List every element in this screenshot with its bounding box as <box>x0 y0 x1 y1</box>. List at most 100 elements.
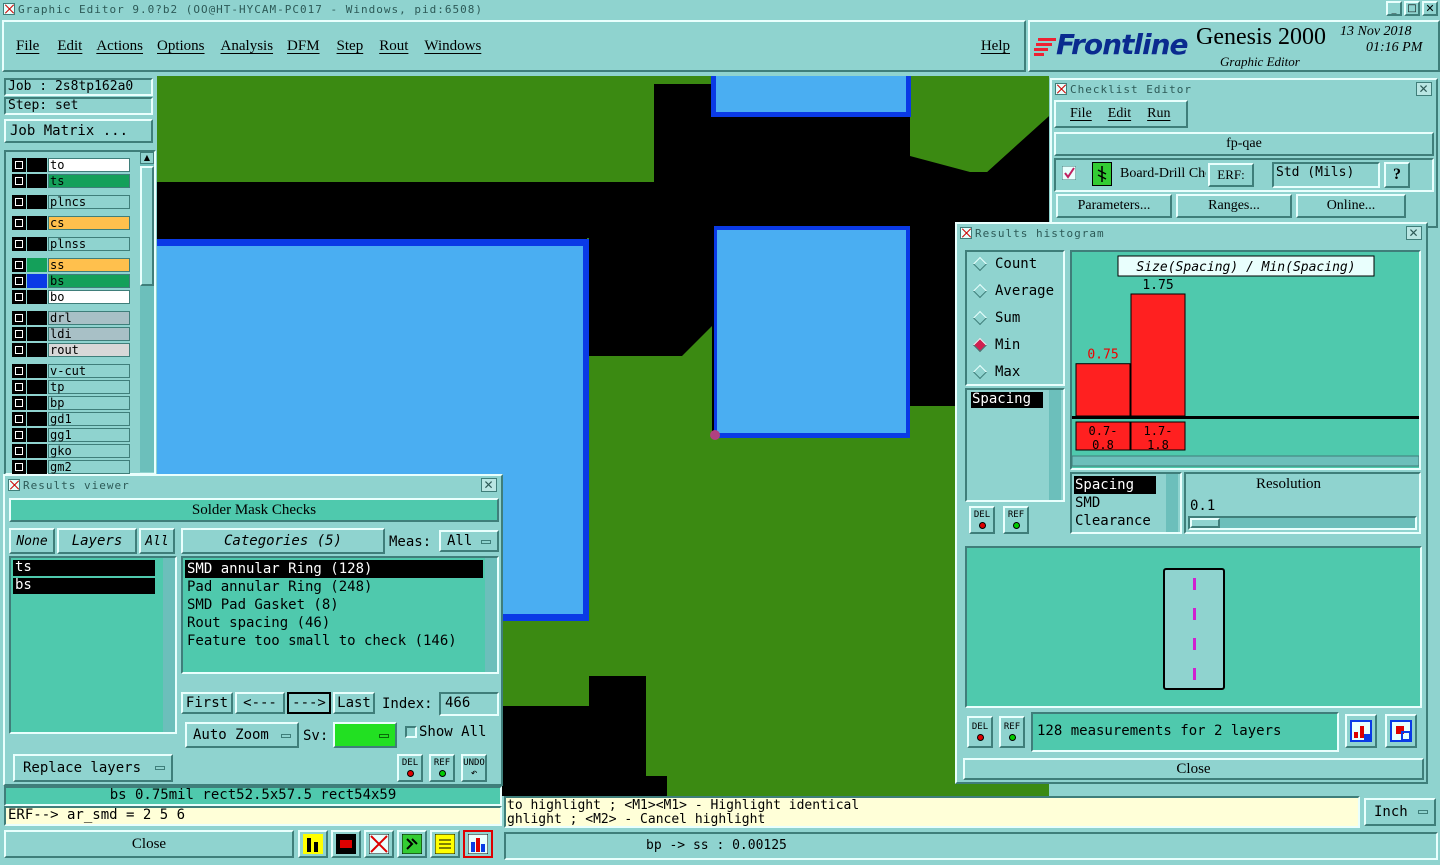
close-icon[interactable]: ✕ <box>1422 1 1438 16</box>
resolution-slider[interactable] <box>1188 516 1417 530</box>
layer-checkbox[interactable] <box>12 194 26 209</box>
layer-checkbox[interactable] <box>12 273 26 288</box>
type-item[interactable]: SMD <box>1074 494 1156 512</box>
layer-row-to[interactable]: to <box>12 157 130 172</box>
layer-checkbox[interactable] <box>12 363 26 378</box>
menu-file[interactable]: File <box>16 38 39 55</box>
histogram-bar[interactable] <box>1130 293 1186 417</box>
layer-row-bo[interactable]: bo <box>12 289 130 304</box>
replace-layers-dropdown[interactable]: Replace layers <box>13 754 173 782</box>
checklist-menu-edit[interactable]: Edit <box>1108 106 1131 122</box>
parameters-button[interactable]: Parameters... <box>1056 194 1172 218</box>
layer-checkbox[interactable] <box>12 310 26 325</box>
layer-color-swatch[interactable] <box>27 427 47 442</box>
layer-row-ldi[interactable]: ldi <box>12 326 130 341</box>
menu-rout[interactable]: Rout <box>379 38 408 55</box>
type-item[interactable]: Clearance <box>1074 512 1156 530</box>
radio-indicator[interactable] <box>972 337 988 353</box>
layer-name[interactable]: plnss <box>48 236 130 251</box>
menu-edit[interactable]: Edit <box>57 38 82 55</box>
layer-list-scrollbar[interactable]: ▲ <box>140 152 154 472</box>
radio-indicator[interactable] <box>972 310 988 326</box>
ref-button[interactable]: REF <box>999 716 1025 748</box>
layer-name[interactable]: ss <box>48 257 130 272</box>
scroll-thumb[interactable] <box>140 166 154 286</box>
layer-color-swatch[interactable] <box>27 342 47 357</box>
menu-help[interactable]: Help <box>981 38 1010 55</box>
layer-checkbox[interactable] <box>12 427 26 442</box>
menu-actions[interactable]: Actions <box>96 38 143 55</box>
layer-checkbox[interactable] <box>12 173 26 188</box>
layer-row-ss[interactable]: ss <box>12 257 130 272</box>
ranges-button[interactable]: Ranges... <box>1176 194 1292 218</box>
help-icon[interactable]: ? <box>1384 162 1410 188</box>
ref-button[interactable]: REF <box>1003 506 1029 534</box>
layer-checkbox[interactable] <box>12 443 26 458</box>
layer-color-swatch[interactable] <box>27 215 47 230</box>
del-button[interactable]: DEL <box>969 506 995 534</box>
prev-button[interactable]: <--- <box>235 692 285 714</box>
layer-checkbox[interactable] <box>12 326 26 341</box>
report-tool-icon[interactable] <box>331 830 361 858</box>
layer-name[interactable]: rout <box>48 342 130 357</box>
layer-color-swatch[interactable] <box>27 236 47 251</box>
layer-name[interactable]: gd1 <box>48 411 130 426</box>
category-item[interactable]: SMD Pad Gasket (8) <box>185 596 483 614</box>
histogram-close-button[interactable]: Close <box>963 758 1424 780</box>
layer-list-scrollbar[interactable] <box>163 558 175 732</box>
layer-color-swatch[interactable] <box>27 157 47 172</box>
show-all-checkbox[interactable] <box>405 726 417 738</box>
layer-name[interactable]: bo <box>48 289 130 304</box>
meas-dropdown[interactable]: All <box>439 530 499 552</box>
layer-checkbox[interactable] <box>12 379 26 394</box>
layer-checkbox[interactable] <box>12 236 26 251</box>
type-item[interactable]: Spacing <box>1074 476 1156 494</box>
layer-color-swatch[interactable] <box>27 395 47 410</box>
layer-color-swatch[interactable] <box>27 379 47 394</box>
online-button[interactable]: Online... <box>1296 194 1406 218</box>
layer-row-drl[interactable]: drl <box>12 310 130 325</box>
layer-row-gg1[interactable]: gg1 <box>12 427 130 442</box>
all-button[interactable]: All <box>139 528 175 554</box>
layer-row-gko[interactable]: gko <box>12 443 130 458</box>
layer-name[interactable]: to <box>48 157 130 172</box>
mode-count-radio[interactable]: Count <box>972 256 1037 272</box>
layer-color-swatch[interactable] <box>27 289 47 304</box>
scroll-up-arrow-icon[interactable]: ▲ <box>140 152 154 164</box>
layer-color-swatch[interactable] <box>27 173 47 188</box>
notes-tool-icon[interactable] <box>430 830 460 858</box>
layer-color-swatch[interactable] <box>27 310 47 325</box>
zoom-chart-icon[interactable] <box>1345 714 1377 748</box>
checklist-menu-file[interactable]: File <box>1070 106 1092 122</box>
layer-checkbox[interactable] <box>12 157 26 172</box>
histogram-bar[interactable] <box>1075 363 1131 417</box>
layer-row-cs[interactable]: cs <box>12 215 130 230</box>
checklist-row[interactable]: Board-Drill Che ERF: Std (Mils) ? <box>1054 158 1434 192</box>
last-button[interactable]: Last <box>333 692 375 714</box>
resolution-slider-thumb[interactable] <box>1190 518 1220 528</box>
layer-color-swatch[interactable] <box>27 326 47 341</box>
category-item[interactable]: Rout spacing (46) <box>185 614 483 632</box>
step-tool-icon[interactable] <box>397 830 427 858</box>
measure-list-scrollbar[interactable] <box>1049 390 1061 500</box>
results-viewer-close-button[interactable]: Close <box>4 830 294 858</box>
radio-indicator[interactable] <box>972 364 988 380</box>
layer-name[interactable]: gko <box>48 443 130 458</box>
layer-name[interactable]: tp <box>48 379 130 394</box>
ref-button[interactable]: REF <box>429 754 455 782</box>
menu-analysis[interactable]: Analysis <box>221 38 274 55</box>
minimize-icon[interactable]: _ <box>1386 1 1402 16</box>
category-item[interactable]: Pad annular Ring (248) <box>185 578 483 596</box>
layer-name[interactable]: ts <box>48 173 130 188</box>
layer-checkbox[interactable] <box>12 459 26 474</box>
next-button[interactable]: ---> <box>287 692 331 714</box>
layer-row-rout[interactable]: rout <box>12 342 130 357</box>
layer-name[interactable]: gg1 <box>48 427 130 442</box>
index-input[interactable]: 466 <box>439 692 499 716</box>
layer-row-bp[interactable]: bp <box>12 395 130 410</box>
units-dropdown[interactable]: Inch <box>1364 798 1436 826</box>
layer-name[interactable]: bp <box>48 395 130 410</box>
layer-row-v-cut[interactable]: v-cut <box>12 363 130 378</box>
chart-scrollbar[interactable] <box>1071 455 1420 467</box>
checkmark-icon[interactable] <box>1061 165 1077 181</box>
